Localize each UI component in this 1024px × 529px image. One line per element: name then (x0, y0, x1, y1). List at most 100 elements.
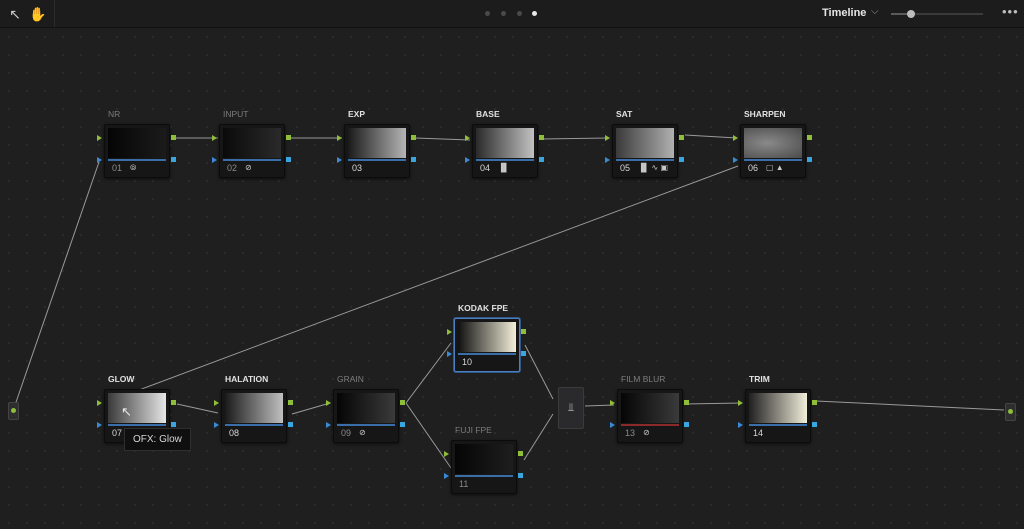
source-port[interactable] (11, 408, 16, 413)
rgb-output-port-exp[interactable] (411, 135, 416, 140)
rgb-input-port-nr[interactable] (97, 135, 102, 141)
key-input-port-base[interactable] (465, 157, 470, 163)
rgb-input-port-trim[interactable] (738, 400, 743, 406)
key-output-port-trim[interactable] (812, 422, 817, 427)
node-exp[interactable]: 03 (344, 124, 410, 178)
rgb-output-port-fuji[interactable] (518, 451, 523, 456)
node-number: 02 (227, 163, 238, 173)
key-input-port-sat[interactable] (605, 157, 610, 163)
rgb-input-port-sharpen[interactable] (733, 135, 738, 141)
node-status-bar (225, 424, 283, 426)
key-input-port-kodak[interactable] (447, 351, 452, 357)
node-thumbnail (621, 393, 679, 423)
node-thumbnail (476, 128, 534, 158)
key-input-port-grain[interactable] (326, 422, 331, 428)
node-tooltip: OFX: Glow (124, 428, 191, 451)
key-input-port-glow[interactable] (97, 422, 102, 428)
key-output-port-input[interactable] (286, 157, 291, 162)
key-output-port-glow[interactable] (171, 422, 176, 427)
rgb-input-port-exp[interactable] (337, 135, 342, 141)
wire-base-sat (540, 137, 609, 140)
wire-source-nr (13, 161, 100, 409)
rgb-input-port-kodak[interactable] (447, 329, 452, 335)
node-sharpen[interactable]: 06 ▢ ▲ (740, 124, 806, 178)
rgb-output-port-input[interactable] (286, 135, 291, 140)
node-status-bar (455, 475, 513, 477)
node-thumbnail (744, 128, 802, 158)
rgb-input-port-input[interactable] (212, 135, 217, 141)
rgb-output-port-grain[interactable] (400, 400, 405, 405)
wire-exp-base (414, 137, 471, 141)
key-output-port-nr[interactable] (171, 157, 176, 162)
node-grain[interactable]: 09 ⊘ (333, 389, 399, 443)
key-output-port-exp[interactable] (411, 157, 416, 162)
rgb-input-port-fuji[interactable] (444, 451, 449, 457)
node-thumbnail (223, 128, 281, 158)
node-thumbnail (108, 393, 166, 423)
node-input[interactable]: 02 ⊘ (219, 124, 285, 178)
key-output-port-halation[interactable] (288, 422, 293, 427)
rgb-output-port-filmblur[interactable] (684, 400, 689, 405)
node-number: 09 (341, 428, 352, 438)
key-output-port-filmblur[interactable] (684, 422, 689, 427)
key-input-port-input[interactable] (212, 157, 217, 163)
rgb-output-port-glow[interactable] (171, 400, 176, 405)
node-status-bar (348, 159, 406, 161)
node-number: 13 (625, 428, 636, 438)
node-thumbnail (455, 444, 513, 474)
node-status-bar (108, 424, 166, 426)
rgb-input-port-filmblur[interactable] (610, 400, 615, 406)
node-number: 10 (462, 357, 473, 367)
key-input-port-nr[interactable] (97, 157, 102, 163)
key-output-port-sat[interactable] (679, 157, 684, 162)
node-sat[interactable]: 05 ▐▌ ∿ ▣ (612, 124, 678, 178)
key-output-port-base[interactable] (539, 157, 544, 162)
rgb-output-port-kodak[interactable] (521, 329, 526, 334)
node-tool-icons: ⊘ (245, 163, 252, 172)
key-output-port-fuji[interactable] (518, 473, 523, 478)
rgb-output-port-halation[interactable] (288, 400, 293, 405)
node-status-bar (749, 424, 807, 426)
key-output-port-kodak[interactable] (521, 351, 526, 356)
key-input-port-halation[interactable] (214, 422, 219, 428)
rgb-output-port-trim[interactable] (812, 400, 817, 405)
node-label-grain: GRAIN (337, 374, 364, 384)
key-output-port-grain[interactable] (400, 422, 405, 427)
key-input-port-exp[interactable] (337, 157, 342, 163)
key-input-port-sharpen[interactable] (733, 157, 738, 163)
rgb-input-port-base[interactable] (465, 135, 470, 141)
key-output-port-sharpen[interactable] (807, 157, 812, 162)
rgb-input-port-sat[interactable] (605, 135, 610, 141)
layer-mixer-node[interactable]: ⫫ (558, 387, 584, 429)
node-kodak[interactable]: 10 (454, 318, 520, 372)
source-node[interactable] (8, 402, 19, 420)
rgb-input-port-glow[interactable] (97, 400, 102, 406)
node-filmblur[interactable]: 13 ⊘ (617, 389, 683, 443)
wire-glow-halation (176, 403, 219, 414)
node-trim[interactable]: 14 (745, 389, 811, 443)
output-node[interactable] (1005, 403, 1016, 421)
node-label-sharpen: SHARPEN (744, 109, 786, 119)
node-fuji[interactable]: 11 (451, 440, 517, 494)
rgb-input-port-halation[interactable] (214, 400, 219, 406)
key-input-port-filmblur[interactable] (610, 422, 615, 428)
node-halation[interactable]: 08 (221, 389, 287, 443)
rgb-output-port-sat[interactable] (679, 135, 684, 140)
node-thumbnail (348, 128, 406, 158)
node-nr[interactable]: 01 ⦾ (104, 124, 170, 178)
node-status-bar (621, 424, 679, 426)
key-input-port-fuji[interactable] (444, 473, 449, 479)
rgb-input-port-grain[interactable] (326, 400, 331, 406)
rgb-output-port-sharpen[interactable] (807, 135, 812, 140)
node-status-bar (223, 159, 281, 161)
rgb-output-port-base[interactable] (539, 135, 544, 140)
output-port[interactable] (1008, 409, 1013, 414)
node-status-bar (108, 159, 166, 161)
node-label-filmblur: FILM BLUR (621, 374, 666, 384)
wire-trim-output (815, 400, 1005, 411)
key-input-port-trim[interactable] (738, 422, 743, 428)
mouse-cursor-icon: ↖ (121, 404, 132, 419)
node-base[interactable]: 04 ▐▌ (472, 124, 538, 178)
rgb-output-port-nr[interactable] (171, 135, 176, 140)
node-label-glow: GLOW (108, 374, 135, 384)
